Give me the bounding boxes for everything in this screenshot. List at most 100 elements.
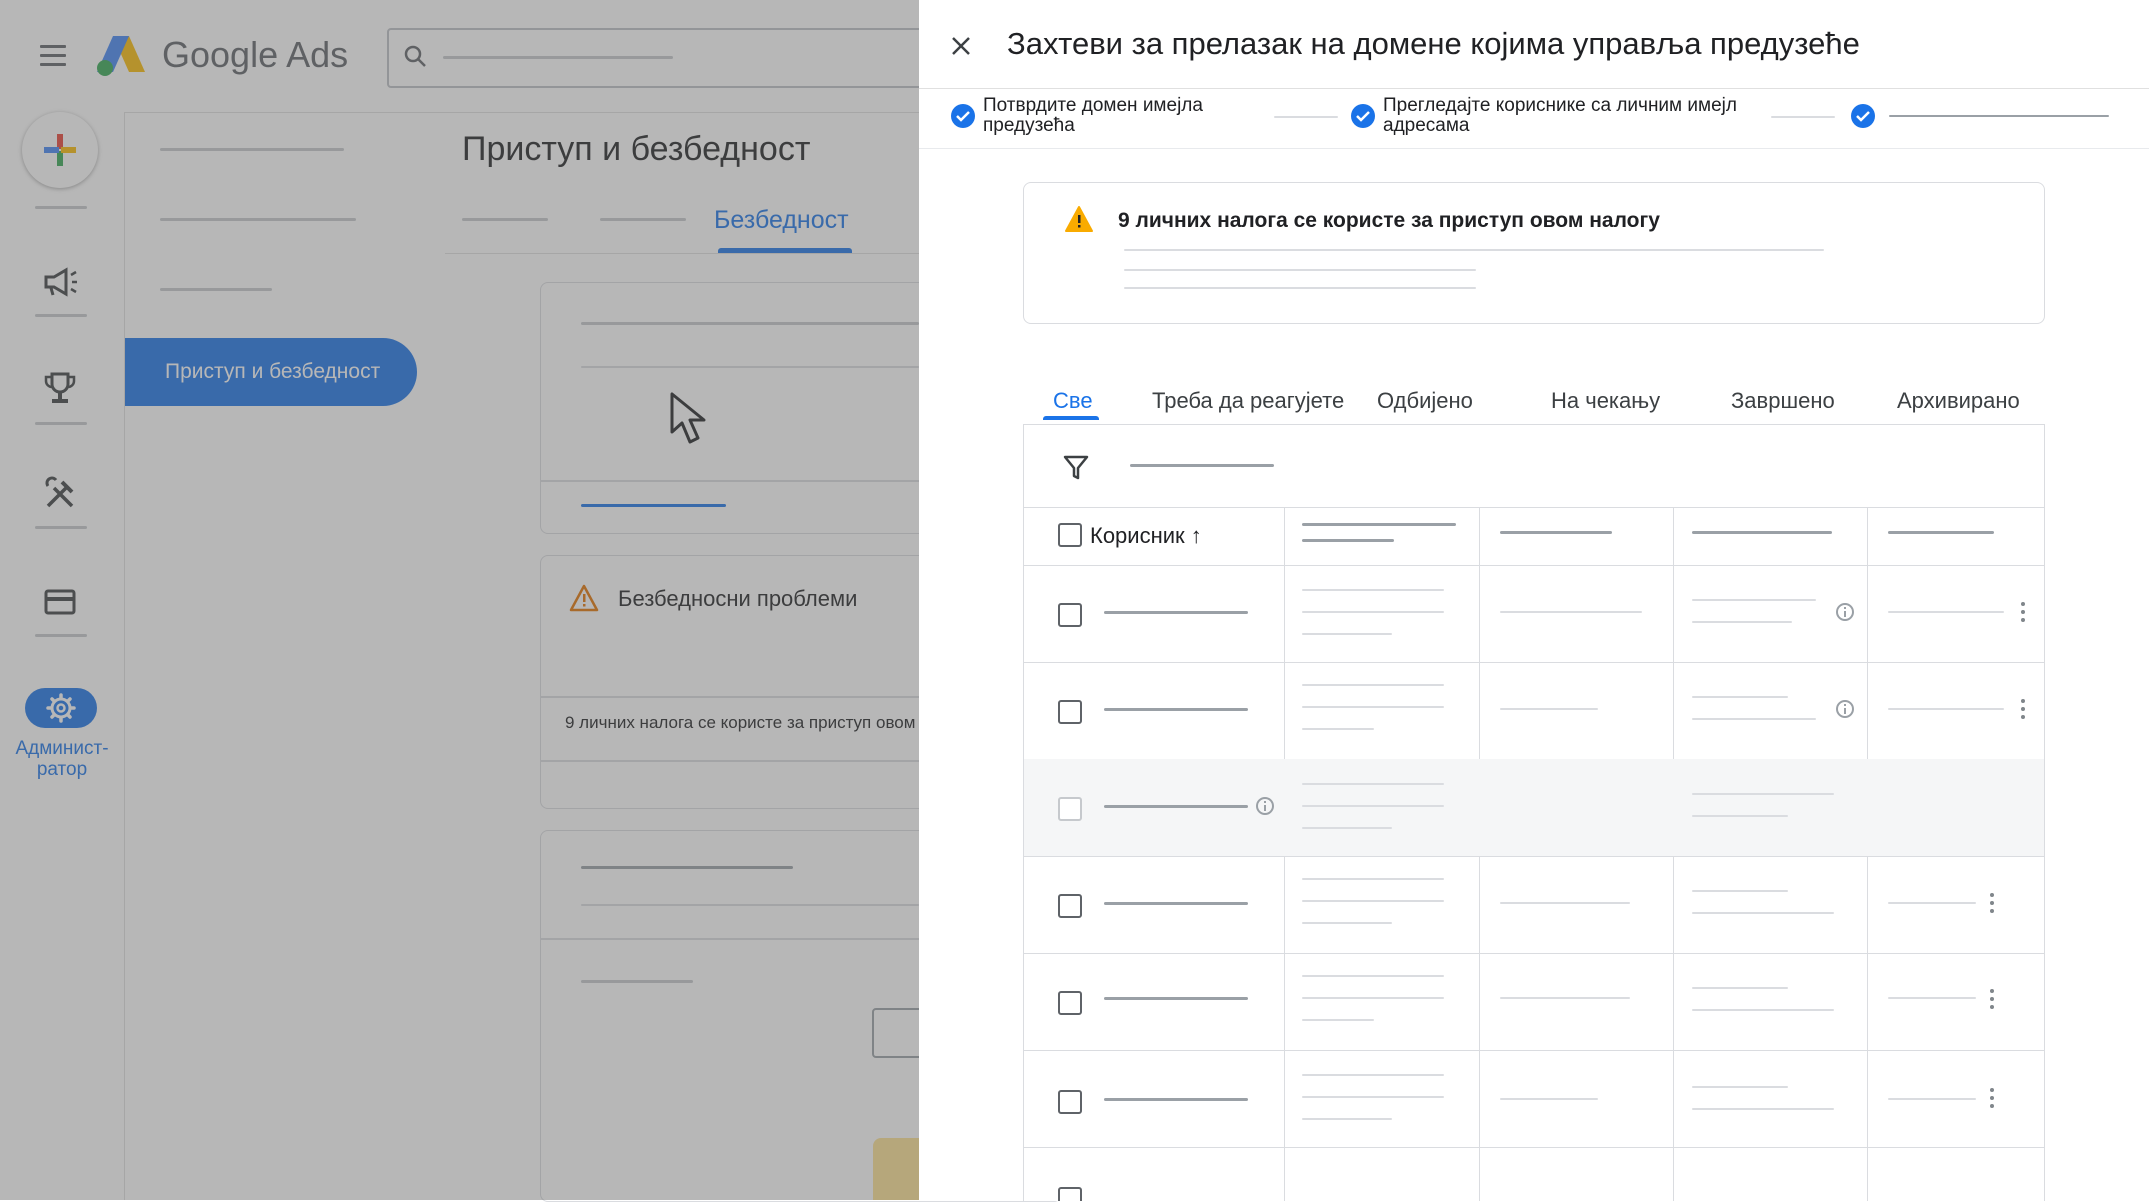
panel-header: Захтеви за прелазак на домене којима упр… [919,0,2149,89]
row-checkbox[interactable] [1058,894,1082,918]
cell-placeholder [1692,696,1788,698]
cell-placeholder [1692,599,1816,601]
table-row[interactable] [1024,953,2044,1051]
cell-placeholder [1302,1019,1374,1021]
row-checkbox[interactable] [1058,700,1082,724]
cell-placeholder [1692,793,1834,795]
step-2-label[interactable]: Прегледајте кориснике са личним имејл ад… [1383,96,1737,136]
info-icon[interactable] [1836,700,1854,718]
alert-text-placeholder [1124,249,1824,251]
sort-arrow-icon: ↑ [1190,523,1202,548]
alert-text-placeholder [1124,287,1476,289]
tab-pending[interactable]: На чекању [1551,388,1660,414]
table-header-row: Корисник ↑ [1024,507,2044,566]
cell-placeholder [1692,1108,1834,1110]
row-checkbox[interactable] [1058,1090,1082,1114]
more-vert-icon[interactable] [1990,893,1994,913]
user-placeholder [1104,1098,1248,1101]
step-1-line2: предузећа [983,115,1075,136]
row-checkbox[interactable] [1058,603,1082,627]
check-circle-icon [951,104,975,128]
tab-declined[interactable]: Одбијено [1377,388,1473,414]
table-row[interactable] [1024,856,2044,954]
cell-placeholder [1692,1009,1834,1011]
table-row[interactable] [1024,1147,2044,1201]
filter-icon[interactable] [1062,453,1090,481]
cell-placeholder [1302,827,1392,829]
cell-placeholder [1692,1086,1788,1088]
row-checkbox[interactable] [1058,1187,1082,1201]
step-connector [1771,116,1835,118]
column-header-placeholder[interactable] [1888,531,1994,534]
cell-placeholder [1500,1098,1598,1100]
column-header-placeholder [1302,539,1394,542]
tab-archived[interactable]: Архивирано [1897,388,2020,414]
cell-placeholder [1302,633,1392,635]
cell-placeholder [1500,902,1630,904]
table-row[interactable] [1024,565,2044,663]
cell-placeholder [1500,997,1630,999]
cell-placeholder [1302,589,1444,591]
more-vert-icon[interactable] [1990,989,1994,1009]
cell-placeholder [1302,706,1444,708]
table-row[interactable] [1024,662,2044,760]
panel-title: Захтеви за прелазак на домене којима упр… [1007,26,1860,61]
cell-placeholder [1692,815,1788,817]
cell-placeholder [1302,1074,1444,1076]
cell-placeholder [1302,975,1444,977]
modal-scrim[interactable] [0,0,919,1200]
column-header-placeholder[interactable] [1302,523,1456,526]
cell-placeholder [1302,684,1444,686]
tab-completed[interactable]: Завршено [1731,388,1835,414]
info-icon[interactable] [1256,797,1274,815]
column-header-placeholder[interactable] [1692,531,1832,534]
more-vert-icon[interactable] [2021,699,2025,719]
info-icon[interactable] [1836,603,1854,621]
cell-placeholder [1692,912,1834,914]
cell-placeholder [1302,611,1444,613]
cell-placeholder [1888,997,1976,999]
more-vert-icon[interactable] [1990,1088,1994,1108]
user-placeholder [1104,902,1248,905]
step-1-label[interactable]: Потврдите домен имејла предузећа [983,96,1203,136]
cell-placeholder [1302,922,1392,924]
tab-action-needed[interactable]: Треба да реагујете [1152,388,1344,414]
user-placeholder [1104,708,1248,711]
check-circle-icon [1851,104,1875,128]
cell-placeholder [1302,900,1444,902]
requests-table: Корисник ↑ [1023,424,2045,1201]
user-placeholder [1104,997,1248,1000]
cell-placeholder [1302,878,1444,880]
personal-accounts-alert: 9 личних налога се користе за приступ ов… [1023,182,2045,324]
filter-placeholder[interactable] [1130,464,1274,467]
column-header-placeholder[interactable] [1500,531,1612,534]
domain-transition-requests-panel: Захтеви за прелазак на домене којима упр… [919,0,2149,1201]
step-3-label-placeholder[interactable] [1889,115,2109,117]
cell-placeholder [1500,708,1598,710]
user-placeholder [1104,611,1248,614]
step-2-line2: адресама [1383,115,1470,136]
cell-placeholder [1692,987,1788,989]
step-1-line1: Потврдите домен имејла [983,95,1203,116]
user-placeholder [1104,805,1248,808]
cell-placeholder [1888,1098,1976,1100]
table-row[interactable] [1024,1050,2044,1148]
close-icon[interactable] [949,34,973,58]
table-row[interactable] [1024,759,2044,857]
select-all-checkbox[interactable] [1058,523,1082,547]
cell-placeholder [1302,783,1444,785]
column-header-user[interactable]: Корисник ↑ [1090,523,1202,549]
cell-placeholder [1692,718,1816,720]
cell-placeholder [1302,728,1374,730]
warning-icon [1065,206,1093,232]
cell-placeholder [1888,708,2004,710]
cell-placeholder [1302,1118,1392,1120]
cell-placeholder [1302,1096,1444,1098]
filter-bar [1024,425,2044,508]
row-checkbox[interactable] [1058,991,1082,1015]
cell-placeholder [1500,611,1642,613]
cell-placeholder [1888,611,2004,613]
cell-placeholder [1692,621,1792,623]
more-vert-icon[interactable] [2021,602,2025,622]
tab-all[interactable]: Све [1053,388,1093,414]
